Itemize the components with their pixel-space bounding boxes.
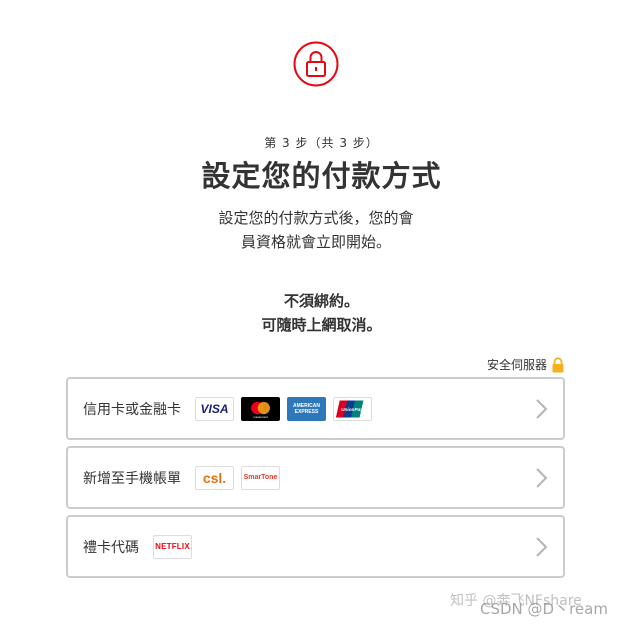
option-label: 禮卡代碼 [83,539,139,556]
step-indicator: 第 3 步（共 3 步） [264,136,379,150]
visa-logo: VISA [195,396,234,421]
payment-option-gift-card[interactable]: 禮卡代碼 NETFLIX [66,515,565,578]
chevron-right-icon [535,536,549,558]
page-title: 設定您的付款方式 [201,159,442,193]
secure-server-label: 安全伺服器 [487,356,565,373]
secure-server-text: 安全伺服器 [486,358,547,372]
no-commitment-text: 不須綁約。 可隨時上網取消。 [0,289,643,337]
mastercard-logo: mastercard [241,396,280,421]
unionpay-wordmark: UnionPay [341,406,363,412]
option-label: 信用卡或金融卡 [83,401,181,418]
page-description: 設定您的付款方式後，您的會員資格就會立即開始。 [218,209,414,251]
mastercard-wordmark: mastercard [253,415,268,419]
payment-option-credit-card[interactable]: 信用卡或金融卡 VISA mastercard AMERICAN EXPRESS… [66,377,565,440]
lock-icon [293,41,339,87]
csl-logo: csl. [195,465,234,490]
watermark-csdn: CSDN @D丶ream [480,600,608,618]
cancel-anytime-line: 可隨時上網取消。 [261,316,382,334]
lock-icon [551,356,565,373]
smartone-logo: SmarTone [241,465,280,490]
chevron-right-icon [535,398,549,420]
payment-option-mobile-billing[interactable]: 新增至手機帳單 csl. SmarTone [66,446,565,509]
no-commitment-line-1: 不須綁約。 [283,292,359,310]
unionpay-logo: UnionPay [333,396,372,421]
option-label: 新增至手機帳單 [83,470,181,487]
netflix-logo: NETFLIX [153,534,192,559]
chevron-right-icon [535,467,549,489]
amex-line-2: EXPRESS [294,408,319,415]
amex-logo: AMERICAN EXPRESS [287,396,326,421]
